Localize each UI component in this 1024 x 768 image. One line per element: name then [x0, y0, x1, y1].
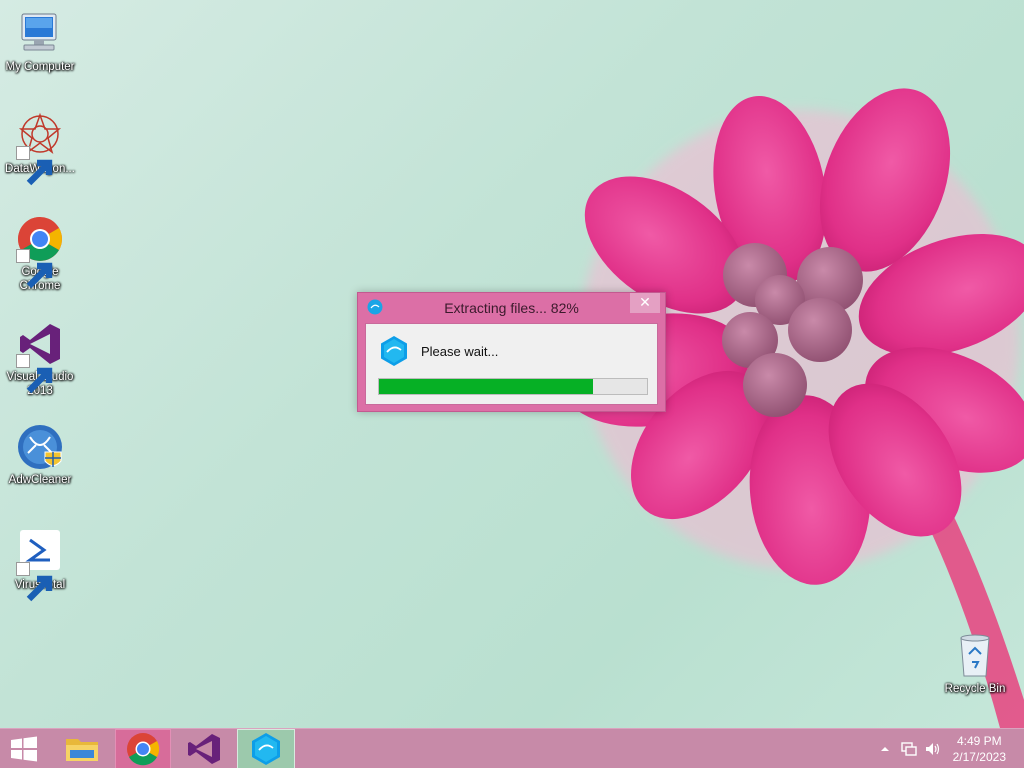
desktop-icon-label: Recycle Bin: [944, 683, 1006, 695]
adwcleaner-icon: [16, 423, 64, 471]
desktop-icon-recycle-bin[interactable]: Recycle Bin: [935, 632, 1015, 696]
system-tray: 4:49 PM 2/17/2023: [864, 729, 1024, 768]
desktop-icon-my-computer[interactable]: My Computer: [0, 10, 80, 74]
renee-icon: [252, 733, 280, 765]
desktop-icon-visual-studio[interactable]: Visual Studio 2013: [0, 320, 80, 398]
desktop-icon-datawagon[interactable]: DataWagon...: [0, 112, 80, 186]
file-explorer-icon: [66, 739, 98, 761]
desktop-icon-label: AdwCleaner: [8, 474, 72, 486]
dialog-title: Extracting files... 82%: [444, 300, 579, 316]
windows-logo-icon: [11, 736, 37, 762]
desktop-icon-adwcleaner[interactable]: AdwCleaner: [0, 423, 80, 487]
shortcut-arrow-icon: [16, 249, 53, 289]
clock-time: 4:49 PM: [956, 734, 1002, 748]
volume-icon[interactable]: [924, 741, 942, 757]
taskbar: 4:49 PM 2/17/2023: [0, 728, 1024, 768]
datawagon-icon: [16, 112, 64, 186]
shortcut-arrow-icon: [16, 562, 53, 602]
chrome-icon: [16, 215, 64, 289]
desktop-icon-label: My Computer: [5, 61, 75, 73]
taskbar-chrome[interactable]: [115, 729, 171, 768]
chrome-icon: [127, 733, 160, 766]
taskbar-visual-studio[interactable]: [178, 729, 234, 768]
computer-icon: [16, 10, 64, 58]
clock[interactable]: 4:49 PM 2/17/2023: [953, 733, 1006, 765]
dialog-titlebar[interactable]: Extracting files... 82% ✕: [358, 293, 665, 323]
desktop: My Computer DataWagon... Google Chrome V…: [0, 0, 1024, 768]
close-button[interactable]: ✕: [630, 293, 660, 313]
desktop-icon-virustotal[interactable]: VirusTotal: [0, 528, 80, 602]
status-message: Please wait...: [421, 344, 499, 359]
chevron-up-icon[interactable]: [880, 744, 890, 754]
clock-date: 2/17/2023: [952, 750, 1006, 764]
extract-dialog: Extracting files... 82% ✕ Please wait...: [357, 292, 666, 412]
desktop-icon-google-chrome[interactable]: Google Chrome: [0, 215, 80, 293]
progress-bar: [378, 378, 648, 395]
renee-icon: [381, 336, 407, 366]
visual-studio-icon: [188, 734, 220, 764]
shortcut-arrow-icon: [16, 354, 53, 394]
taskbar-renee[interactable]: [237, 729, 295, 768]
start-button[interactable]: [0, 729, 48, 768]
taskbar-file-explorer[interactable]: [56, 729, 108, 768]
visual-studio-icon: [16, 320, 64, 394]
virustotal-icon: [16, 528, 64, 602]
shortcut-arrow-icon: [16, 146, 53, 186]
progress-fill: [379, 379, 594, 394]
network-icon[interactable]: [900, 741, 918, 757]
dialog-body: Please wait...: [365, 323, 658, 405]
recycle-bin-icon: [951, 632, 999, 680]
